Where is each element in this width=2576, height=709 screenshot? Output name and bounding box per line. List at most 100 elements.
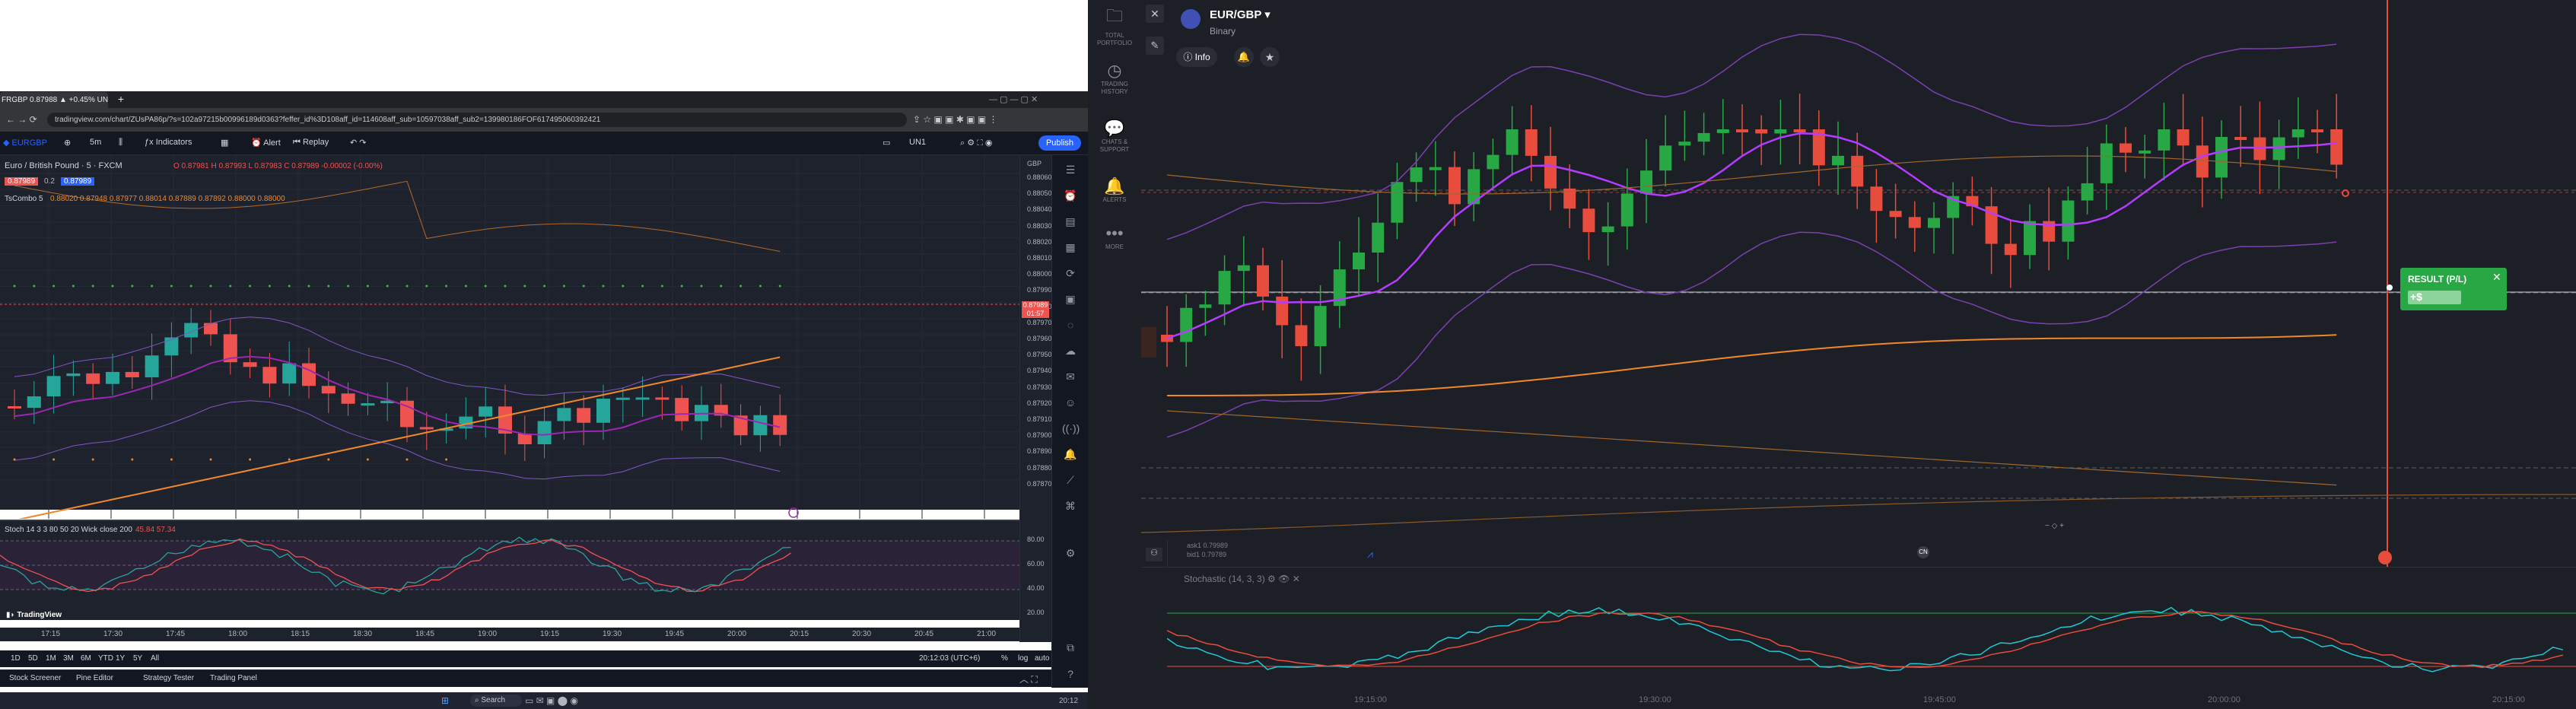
- time-tick: 17:45: [166, 630, 186, 638]
- notifications-icon[interactable]: ☺: [1062, 394, 1079, 411]
- stoch-tick: 80.00: [1027, 536, 1045, 543]
- range-button[interactable]: 3M: [63, 654, 74, 663]
- sidebar-item-more[interactable]: ••• MORE: [1088, 224, 1141, 251]
- stoch-controls-icon[interactable]: ⚙ 👁 ✕: [1265, 574, 1300, 584]
- layout-name[interactable]: UN1: [909, 138, 926, 147]
- news-icon[interactable]: ▣: [1062, 291, 1079, 307]
- candle-body: [2062, 200, 2075, 242]
- signal-dot: [445, 285, 448, 288]
- range-button[interactable]: 5Y: [133, 654, 142, 663]
- signal-dot: [660, 285, 663, 288]
- symbol-search[interactable]: ◆ EURGBP: [3, 138, 47, 148]
- layout-icon[interactable]: ▭: [883, 138, 890, 148]
- ideas-icon[interactable]: ◌: [1062, 316, 1079, 333]
- undo-redo-buttons[interactable]: ↶ ↷: [350, 138, 367, 148]
- new-tab-icon[interactable]: +: [114, 92, 128, 106]
- bid-badge[interactable]: 0.87989: [5, 177, 39, 186]
- scale-option[interactable]: auto: [1035, 654, 1049, 663]
- candle-body: [1391, 182, 1404, 223]
- tv-price-plot[interactable]: [0, 155, 1019, 519]
- candle-body: [2311, 129, 2323, 132]
- hotlists-icon[interactable]: ▦: [1062, 239, 1079, 256]
- data-window-icon[interactable]: ▤: [1062, 213, 1079, 230]
- compare-icon[interactable]: ⊕: [64, 138, 71, 148]
- watchlist-icon[interactable]: ☰: [1062, 161, 1079, 178]
- windows-start-icon[interactable]: ⊞: [441, 695, 449, 706]
- candle-body: [1851, 155, 1864, 187]
- range-button[interactable]: 1Y: [116, 654, 125, 663]
- star-icon[interactable]: ★: [1260, 47, 1280, 67]
- window-controls[interactable]: — ▢ — ▢ ✕: [989, 94, 1038, 104]
- range-button[interactable]: 1M: [46, 654, 56, 663]
- panel-tab[interactable]: Strategy Tester: [143, 674, 194, 682]
- close-result-icon[interactable]: ✕: [2492, 271, 2501, 284]
- range-button[interactable]: All: [151, 654, 159, 663]
- sidebar-item-chat[interactable]: 💬 CHATS & SUPPORT: [1088, 119, 1141, 154]
- taskbar-apps[interactable]: ▭ ✉ ▣ ⬤ ◉: [525, 695, 578, 706]
- indicator-icon[interactable]: ⚇: [1146, 548, 1162, 561]
- indicators-button[interactable]: ƒx Indicators: [145, 138, 192, 147]
- help-icon[interactable]: ?: [1062, 666, 1079, 682]
- layouts-icon[interactable]: ▦: [221, 138, 228, 148]
- toolbar-icons[interactable]: ⌕ ⚙ ⛶ ◉: [960, 138, 993, 148]
- panel-tab[interactable]: Trading Panel: [210, 674, 257, 682]
- address-bar[interactable]: tradingview.com/chart/ZUsPA86p/?s=102a97…: [47, 113, 907, 127]
- candle-body: [243, 362, 257, 367]
- sidebar-item-alerts[interactable]: 🔔 ALERTS: [1088, 176, 1141, 204]
- panel-tab[interactable]: Pine Editor: [76, 674, 113, 682]
- object-tree-icon[interactable]: ⚙: [1062, 545, 1079, 561]
- price-tick: 0.87910: [1027, 415, 1052, 423]
- platform-price-plot[interactable]: [1141, 0, 2576, 567]
- ma-line: [14, 355, 781, 436]
- extension-icons[interactable]: ⇪ ☆ ▣ ▣ ✱ ▣ ▣ ⋮: [913, 114, 998, 125]
- cn-badge[interactable]: CN: [1917, 546, 1929, 558]
- range-button[interactable]: YTD: [98, 654, 113, 663]
- signal-dot: [52, 285, 56, 288]
- utc-clock[interactable]: 20:12:03 (UTC+6): [919, 654, 980, 663]
- candle-body: [1582, 208, 1595, 233]
- panel-tab[interactable]: Stock Screener: [9, 674, 61, 682]
- nav-buttons[interactable]: ← → ⟳: [6, 114, 37, 125]
- asset-selector[interactable]: EUR/GBP ▾: [1210, 8, 1271, 21]
- alert-bell-icon[interactable]: 🔔: [1234, 47, 1254, 67]
- calendar-icon[interactable]: ⟳: [1062, 265, 1079, 281]
- platform-ask: bid1 0.79789: [1187, 551, 1227, 558]
- chart-type-icon[interactable]: ⫼: [119, 138, 122, 148]
- info-button[interactable]: ⓘ Info: [1176, 47, 1217, 67]
- browser-tab[interactable]: FRGBP 0.87988 ▲ +0.45% UN1: [0, 92, 108, 108]
- replay-button[interactable]: ⏮ Replay: [293, 138, 329, 148]
- publish-button[interactable]: Publish: [1038, 135, 1081, 151]
- layers-icon[interactable]: ⧉: [1062, 639, 1079, 656]
- taskbar-search[interactable]: ⌕ Search: [470, 695, 522, 707]
- sidebar-item-portfolio[interactable]: 🗀 TOTAL PORTFOLIO: [1088, 3, 1141, 47]
- alert-button[interactable]: ⏰ Alert: [251, 138, 281, 148]
- scale-option[interactable]: %: [1001, 654, 1008, 663]
- interval-button[interactable]: 5m: [90, 138, 101, 147]
- alerts-icon[interactable]: ⏰: [1062, 187, 1079, 204]
- signal-dot: [111, 285, 114, 288]
- alert-icon: ⏰: [251, 138, 264, 148]
- range-button[interactable]: 1D: [11, 654, 21, 663]
- pine-icon[interactable]: ⌘: [1062, 498, 1079, 514]
- signal-icon[interactable]: ⟋: [1062, 472, 1079, 488]
- chat-icon[interactable]: ✉: [1062, 368, 1079, 385]
- broadcast-icon[interactable]: ((·)): [1062, 420, 1080, 437]
- bell-icon[interactable]: 🔔: [1062, 446, 1079, 463]
- zoom-controls[interactable]: − ◇ +: [2045, 522, 2064, 530]
- candle-body: [2253, 137, 2266, 161]
- scale-option[interactable]: log: [1018, 654, 1028, 663]
- tradingview-logo: ▮◗ TradingView: [6, 611, 62, 619]
- streams-icon[interactable]: ☁: [1062, 342, 1079, 359]
- replay-marker: [788, 507, 799, 518]
- sidebar-item-history[interactable]: ◷ TRADING HISTORY: [1088, 61, 1141, 96]
- candle-body: [1716, 129, 1729, 133]
- close-icon[interactable]: ✕: [1146, 5, 1164, 23]
- signal-dot: [209, 458, 212, 461]
- pen-icon[interactable]: ✎: [1146, 37, 1164, 55]
- ask-badge[interactable]: 0.87989: [61, 177, 95, 186]
- range-button[interactable]: 5D: [28, 654, 38, 663]
- price-tick: 0.88010: [1027, 254, 1052, 262]
- panel-controls[interactable]: ︿ ⛶: [1019, 672, 1038, 685]
- signal-dot: [602, 285, 605, 288]
- range-button[interactable]: 6M: [81, 654, 91, 663]
